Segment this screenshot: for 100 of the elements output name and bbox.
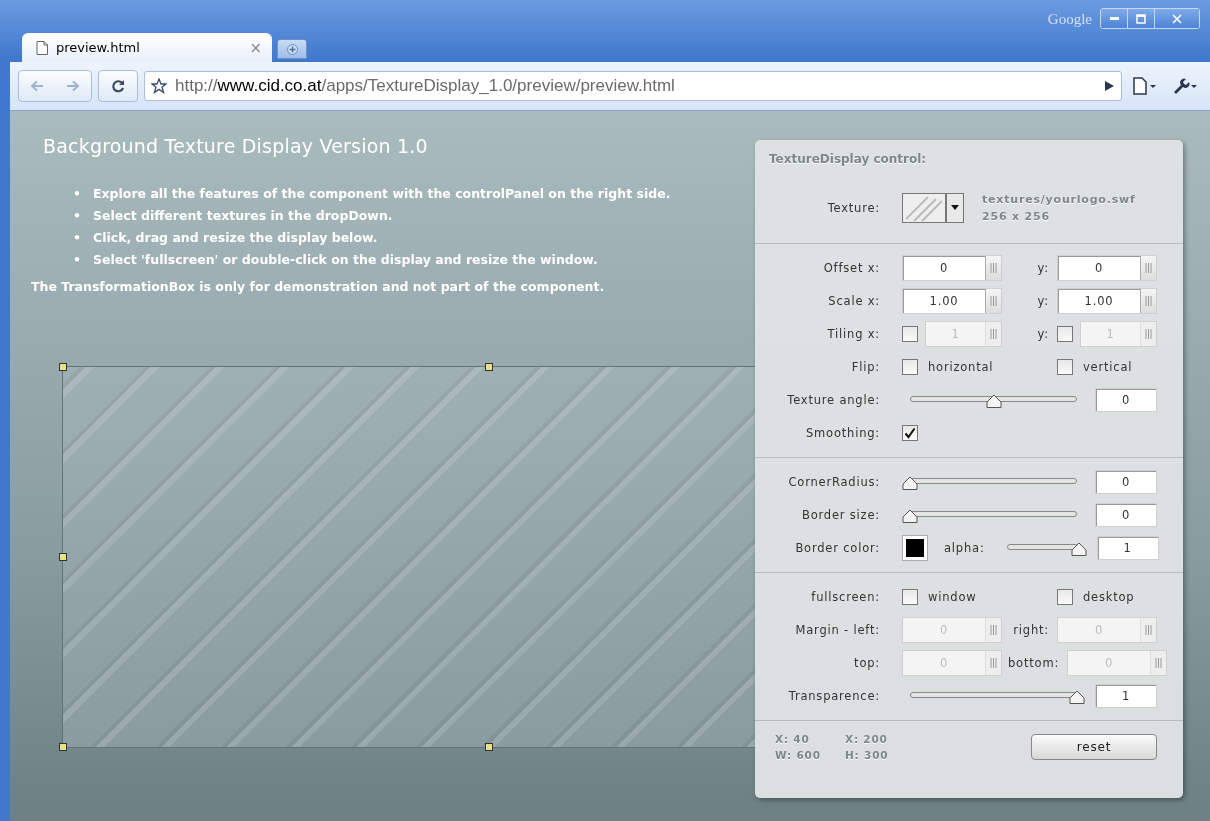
arrow-right-icon [66,80,80,92]
option-label: desktop [1083,589,1135,604]
field-label: Texture: [826,201,880,215]
field-label: y: [1037,293,1049,308]
checkbox[interactable] [1057,358,1073,375]
slider-thumb[interactable] [902,508,918,523]
bullet-item: Explore all the features of the component with the controlPanel on the right side. [93,185,671,203]
maximize-button[interactable] [1128,9,1155,28]
slider-thumb[interactable] [1069,689,1085,704]
grip-icon [1145,328,1152,339]
page-caret-icon [1132,77,1158,95]
field-label: Offset x: [822,260,880,275]
field-label: top: [853,655,880,670]
wrench-caret-icon [1172,77,1198,95]
value-field[interactable]: 0 [1095,502,1157,527]
texture-dropdown[interactable] [902,193,964,223]
bullet-marker: • [73,185,81,203]
value-field[interactable]: 0 [1095,387,1157,412]
grip-icon [1145,262,1152,273]
texture-thumbnail-icon [902,193,946,223]
coordinate-readout: X: 200 [845,732,889,747]
close-button[interactable] [1155,9,1199,28]
star-icon [151,78,167,94]
minimize-icon [1109,17,1119,20]
grip-icon [1145,624,1152,635]
field-label: y: [1037,326,1049,341]
number-stepper[interactable]: 1.00 [902,287,1002,314]
field-label: Margin - left: [794,622,880,637]
caret-icon [946,193,964,223]
field-label: y: [1037,260,1049,275]
grip-icon [1155,657,1163,668]
maximize-icon [1136,13,1146,24]
url-text: http://www.cid.co.at/apps/TextureDisplay_1.0/preview/preview.html [175,76,676,96]
page-icon [36,40,48,55]
grip-icon [990,262,997,273]
field-label: CornerRadius: [787,474,880,489]
play-icon[interactable] [1103,80,1115,92]
checkmark-icon [904,426,916,439]
field-label: alpha: [944,540,985,555]
field-label: right: [1013,622,1049,637]
field-label: Texture angle: [786,392,880,407]
slider-thumb[interactable] [902,475,918,490]
coordinate-readout: W: 600 [775,748,822,763]
new-tab-button[interactable] [277,39,307,59]
grip-icon [1145,295,1152,306]
browser-tab[interactable]: preview.html × [22,33,272,62]
grip-icon [990,295,997,306]
note-text: The TransformationBox is only for demonstration and not part of the component. [31,279,606,294]
option-label: vertical [1083,359,1133,374]
plus-icon [286,43,298,55]
bullet-marker: • [73,251,81,269]
reset-button[interactable]: reset [1031,734,1157,760]
number-stepper[interactable]: 0 [902,254,1002,281]
slider-thumb[interactable] [985,393,1002,408]
bullet-item: Click, drag and resize the display below. [93,229,378,247]
checkbox[interactable] [902,424,918,441]
grip-icon [990,328,997,339]
resize-handle[interactable] [484,743,493,751]
checkbox[interactable] [1057,588,1073,605]
field-label: Flip: [850,359,880,374]
field-label: bottom: [1008,655,1060,670]
field-label: Border color: [794,540,880,555]
bullet-marker: • [73,207,81,225]
resize-handle[interactable] [484,363,493,371]
checkbox[interactable] [902,588,918,605]
option-label: horizontal [928,359,994,374]
bullet-marker: • [73,229,81,247]
reload-icon [111,79,125,93]
field-label: Transparence: [787,688,880,703]
tab-title: preview.html [56,40,141,55]
number-stepper[interactable]: 0 [1057,254,1157,281]
field-label: Tiling x: [826,326,880,341]
arrow-left-icon [30,80,44,92]
field-label: Smoothing: [804,425,880,440]
texture-size: 256 x 256 [982,209,1051,225]
reload-button[interactable] [98,70,138,102]
panel-title: TextureDisplay control: [768,151,928,168]
value-field[interactable]: 1 [1096,535,1159,560]
resize-handle[interactable] [59,743,67,751]
grip-icon [990,624,997,635]
resize-handle[interactable] [59,363,67,371]
coordinate-readout: X: 40 [775,732,811,747]
minimize-button[interactable] [1101,9,1128,28]
browser-brand: Google [1047,11,1092,28]
checkbox[interactable] [902,358,918,375]
field-label: Border size: [801,507,880,522]
address-bar[interactable]: http://www.cid.co.at/apps/TextureDisplay_1.0/preview/preview.html [144,71,1122,101]
close-icon [1172,13,1182,24]
bullet-item: Select 'fullscreen' or double-click on the display and resize the window. [93,251,598,269]
option-label: window [928,589,977,604]
value-field[interactable]: 1 [1095,683,1157,708]
value-field[interactable]: 0 [1095,469,1157,494]
resize-handle[interactable] [59,553,67,561]
coordinate-readout: H: 300 [845,748,890,763]
slider-thumb[interactable] [1070,541,1087,556]
field-label: fullscreen: [810,589,880,604]
grip-icon [990,657,997,668]
texture-file-name: textures/yourlogo.swf [982,192,1136,208]
number-stepper[interactable]: 1.00 [1057,287,1157,314]
bullet-item: Select different textures in the dropDown. [93,207,393,225]
